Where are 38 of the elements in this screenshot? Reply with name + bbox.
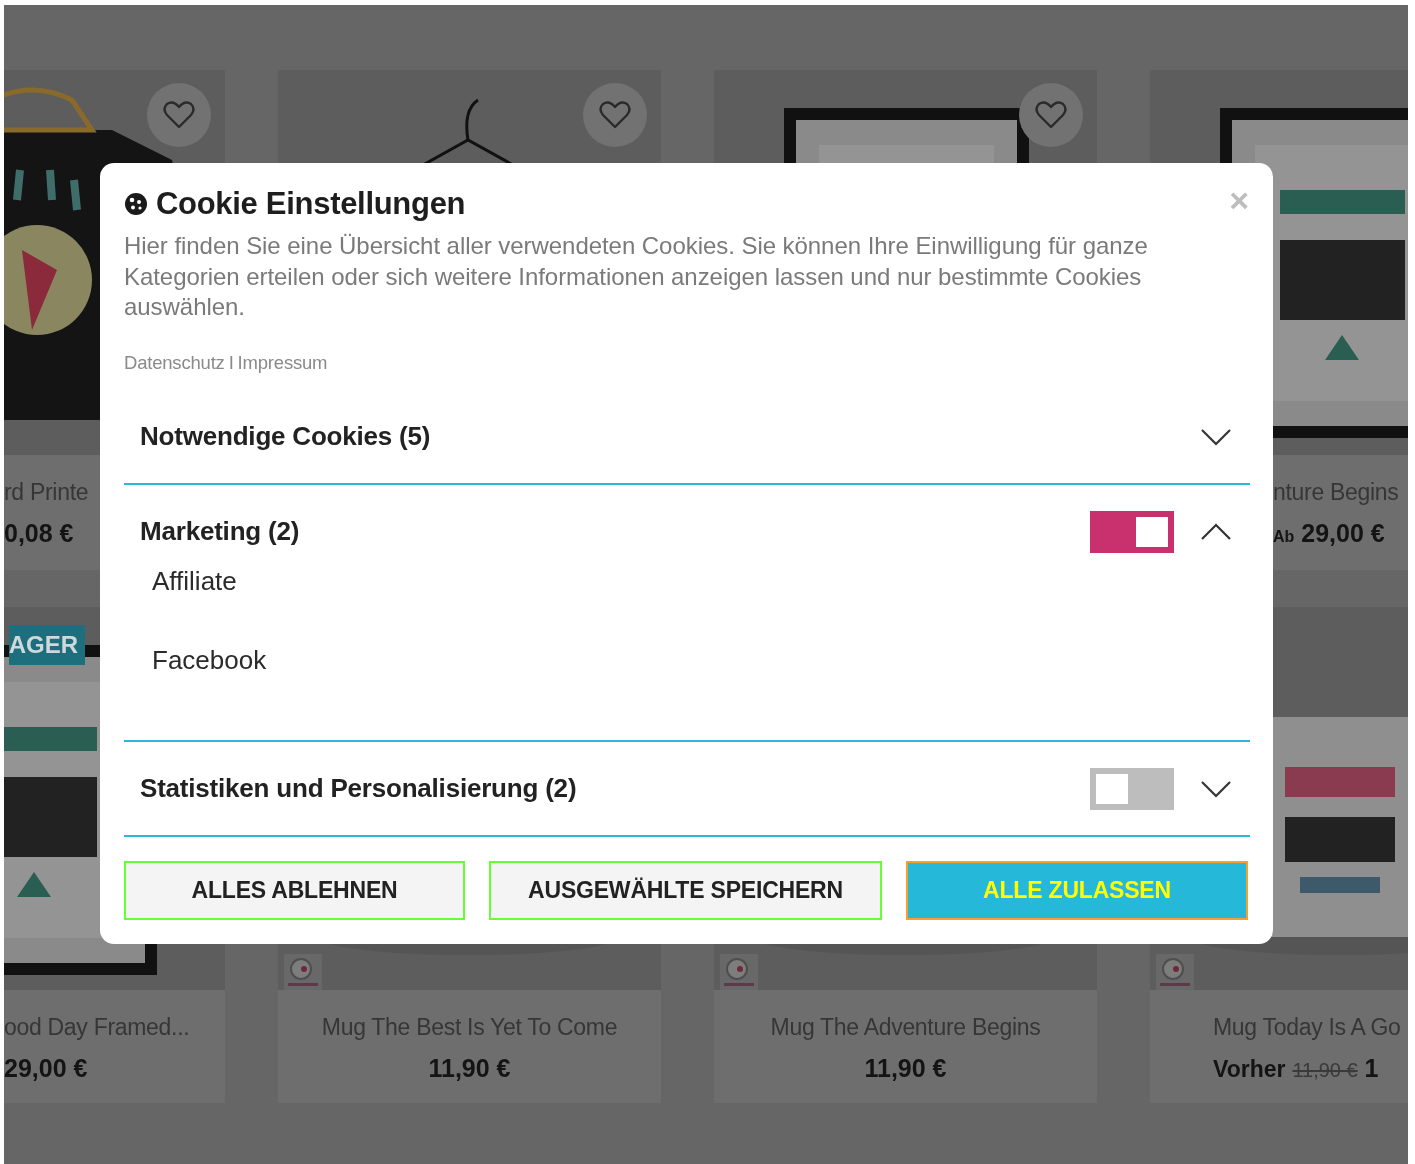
product-title[interactable]: ood Day Framed... [4, 1014, 190, 1040]
toggle-switch[interactable] [1090, 767, 1174, 810]
price-prefix: Vorher [1213, 1056, 1286, 1082]
product-title[interactable]: nture Begins [1273, 479, 1399, 505]
heart-icon [599, 101, 631, 129]
heart-icon [163, 101, 195, 129]
product-title[interactable]: Mug The Adventure Begins [770, 1014, 1041, 1040]
footer-link[interactable]: Datenschutz [124, 352, 225, 373]
product-badge: AGER [8, 625, 85, 665]
accept-all-button[interactable]: ALLE ZULASSEN [906, 860, 1248, 920]
product-price: 29,00 € [4, 1054, 88, 1082]
product-price: 1 [1364, 1054, 1379, 1082]
footer-link[interactable]: Impressum [237, 352, 328, 373]
dialog-description: Hier finden Sie eine Übersicht aller verwendeten Cookies. Sie können Ihre Einwilligung für ganze Kategorien erteilen oder sich weitere Informationen anzeigen lassen und nur bestimmte Cookies auswählen. [124, 231, 1149, 322]
category-title[interactable]: Statistiken und Personalisierung (2) [140, 773, 577, 804]
close-button[interactable]: × [1229, 183, 1249, 217]
consent-button[interactable]: AUSGEWÄHLTE SPEICHERN [489, 860, 882, 920]
product-title[interactable]: Mug The Best Is Yet To Come [321, 1014, 618, 1040]
link-separator: I [228, 352, 234, 373]
category-title[interactable]: Notwendige Cookies (5) [140, 421, 431, 452]
category-title[interactable]: Marketing (2) [140, 516, 300, 547]
price-prefix: Ab [1273, 528, 1295, 545]
chevron-down-icon[interactable] [1200, 427, 1232, 446]
product-price: 0,08 € [4, 519, 74, 547]
product-price: 29,00 € [1301, 519, 1385, 547]
product-price: 11,90 € [428, 1054, 511, 1082]
chevron-up-icon[interactable] [1200, 522, 1232, 541]
product-price: 11,90 € [864, 1054, 947, 1082]
consent-button[interactable]: ALLES ABLEHNEN [124, 860, 465, 920]
cookie-item[interactable]: Affiliate [152, 565, 237, 597]
dialog-title: Cookie Einstellungen [156, 186, 466, 222]
product-title[interactable]: rd Printe [4, 479, 89, 505]
cookie-icon [124, 192, 148, 216]
toggle-switch[interactable] [1090, 510, 1174, 553]
product-title[interactable]: Mug Today Is A Go [1213, 1014, 1401, 1040]
chevron-down-icon[interactable] [1200, 779, 1232, 798]
cookie-item[interactable]: Facebook [152, 644, 267, 676]
heart-icon [1035, 101, 1067, 129]
